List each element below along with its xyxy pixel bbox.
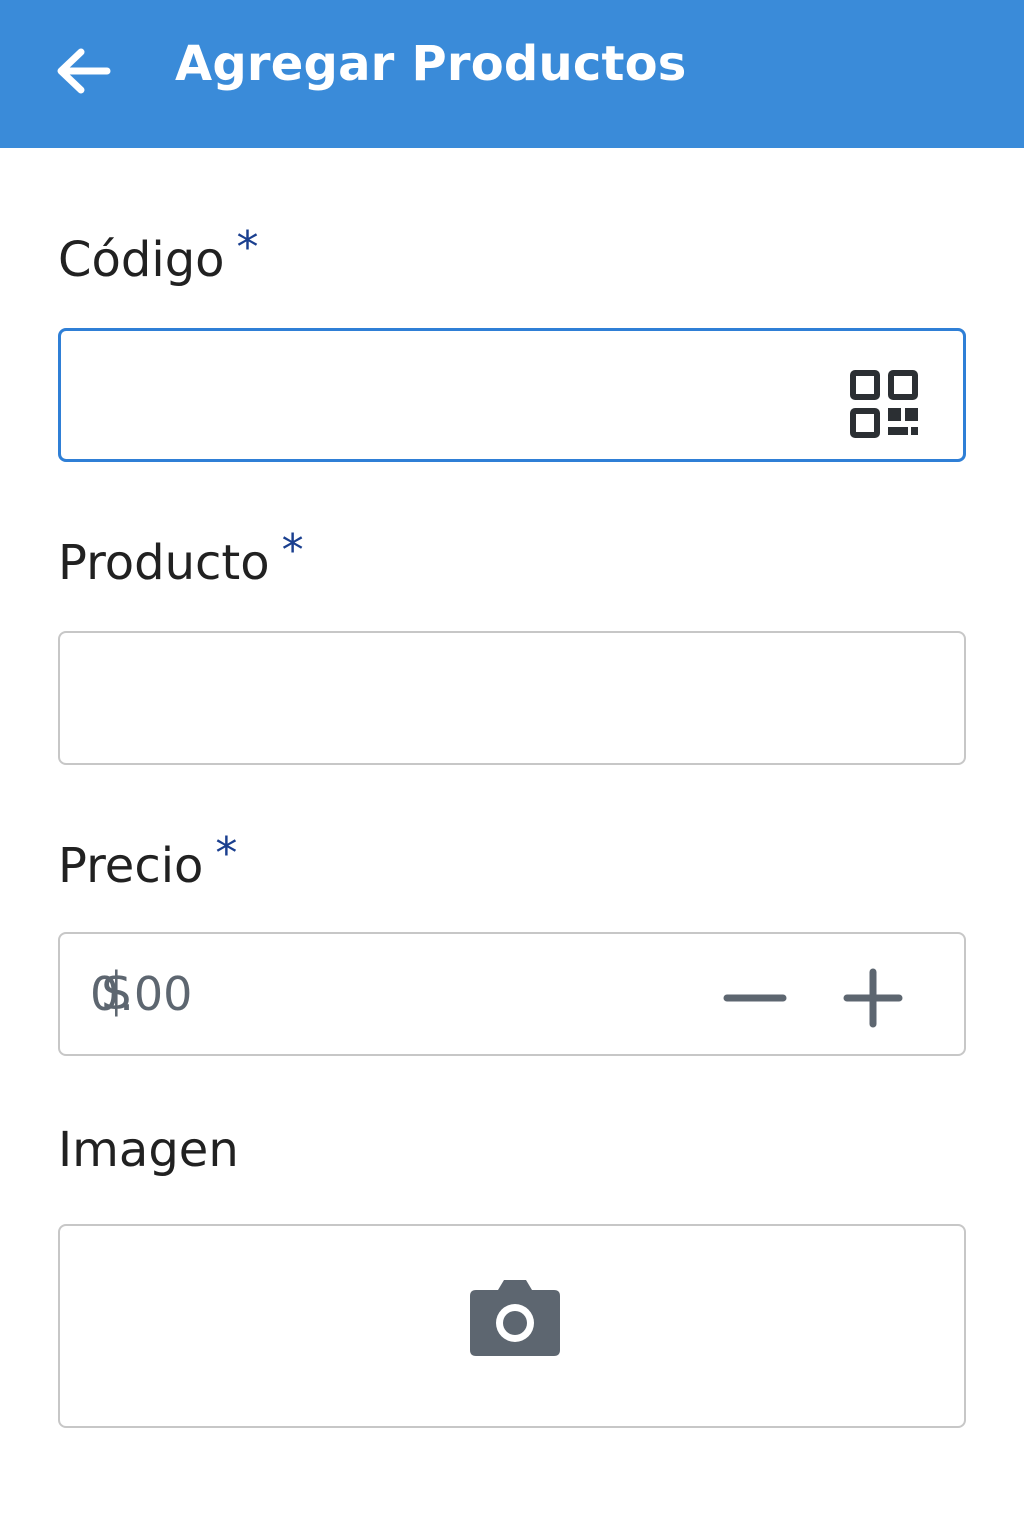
producto-label: Producto * [58,525,304,591]
precio-input[interactable] [60,934,964,1054]
producto-field [58,631,966,765]
plus-icon [843,968,903,1028]
precio-label: Precio * [58,828,237,894]
arrow-left-icon [57,48,111,94]
decrement-button[interactable] [720,961,790,1031]
app-bar: Agregar Productos [0,0,1024,148]
back-button[interactable] [50,38,116,104]
camera-icon [470,1280,560,1356]
codigo-label-text: Código [58,232,225,288]
codigo-input[interactable] [61,331,963,459]
page-title: Agregar Productos [175,36,687,92]
codigo-label: Código * [58,222,259,288]
imagen-field[interactable] [58,1224,966,1428]
precio-label-text: Precio [58,838,204,894]
imagen-label-text: Imagen [58,1122,239,1178]
producto-label-text: Producto [58,535,270,591]
increment-button[interactable] [838,961,908,1031]
add-image-button[interactable] [468,1278,562,1358]
qr-code-icon [850,370,918,438]
minus-icon [723,994,787,1002]
required-mark: * [215,828,238,879]
producto-input[interactable] [60,633,964,763]
codigo-field [58,328,966,462]
required-mark: * [281,525,304,576]
scan-code-button[interactable] [849,369,919,439]
required-mark: * [236,222,259,273]
imagen-label: Imagen [58,1122,239,1178]
precio-field: $ [58,932,966,1056]
